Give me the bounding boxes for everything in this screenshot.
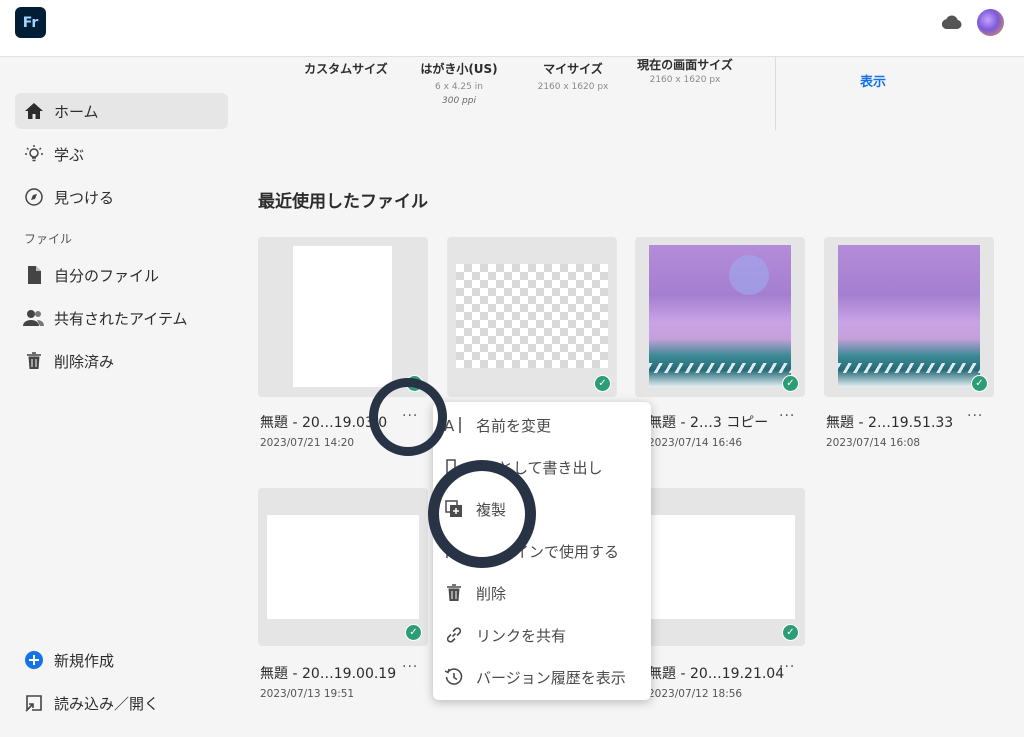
size-preset-dimensions: 2160 x 1620 px (537, 82, 609, 92)
more-options-button[interactable]: ··· (967, 408, 983, 424)
synced-check-icon: ✓ (405, 624, 422, 641)
new-file-button[interactable]: 新規作成 (15, 642, 228, 678)
synced-check-icon: ✓ (971, 375, 988, 392)
size-presets: カスタムサイズ はがき小(US) 6 x 4.25 in 300 ppi マイサ… (240, 57, 1024, 137)
recent-files-title: 最近使用したファイル (258, 192, 428, 212)
sidebar-item-discover[interactable]: 見つける (15, 179, 228, 215)
file-name: 無題 - 2…3 コピー (648, 415, 769, 431)
cloud-icon[interactable] (940, 14, 962, 34)
file-date: 2023/07/12 18:56 (648, 688, 743, 700)
file-thumbnail[interactable]: ✓ (258, 488, 428, 646)
blank-canvas (293, 246, 392, 387)
sidebar-item-label: ホーム (54, 102, 99, 121)
menu-item-label: バージョン履歴を表示 (476, 668, 626, 687)
history-icon (444, 667, 464, 687)
menu-item-rename[interactable]: A 名前を変更 (433, 405, 651, 445)
file-name: 無題 - 20…19.21.04 (648, 666, 785, 682)
file-name: 無題 - 20…19.00.19 (260, 666, 397, 682)
artwork-preview (838, 245, 980, 387)
annotation-ring-more (369, 378, 447, 456)
file-name: 無題 - 2…19.51.33 (826, 415, 954, 431)
app-logo[interactable]: Fr (15, 7, 46, 38)
menu-item-delete[interactable]: 削除 (433, 573, 651, 613)
sidebar-item-label: 見つける (54, 188, 115, 207)
show-more-link[interactable]: 表示 (860, 71, 886, 90)
size-preset-my-size[interactable]: マイサイズ 2160 x 1620 px (513, 62, 633, 93)
menu-item-label: インで使用する (514, 542, 620, 561)
size-preset-screen[interactable]: 現在の画面サイズ 2160 x 1620 px (626, 58, 744, 86)
plus-circle-icon (23, 649, 45, 671)
lightbulb-icon (23, 143, 45, 165)
size-preset-title: カスタムサイズ (304, 62, 388, 76)
size-preset-title: はがき小(US) (420, 62, 498, 76)
more-options-button[interactable]: ··· (402, 659, 418, 675)
file-thumbnail[interactable]: ✓ (447, 237, 617, 397)
menu-item-label: 名前を変更 (476, 416, 552, 435)
sidebar-item-label: 共有されたアイテム (54, 309, 188, 328)
menu-item-share-link[interactable]: リンクを共有 (433, 615, 651, 655)
people-icon (23, 307, 45, 329)
file-date: 2023/07/14 16:08 (826, 437, 921, 449)
sidebar-item-label: 学ぶ (54, 145, 85, 164)
sidebar-item-label: 自分のファイル (54, 266, 160, 285)
sidebar: ホーム 学ぶ 見つける ファイル 自分のファイル 共有されたアイテム 削除済み (0, 57, 240, 737)
artwork-preview (649, 245, 791, 387)
file-date: 2023/07/21 14:20 (260, 437, 355, 449)
synced-check-icon: ✓ (782, 624, 799, 641)
size-preset-title: 現在の画面サイズ (637, 58, 733, 72)
synced-check-icon: ✓ (594, 375, 611, 392)
blank-canvas (267, 515, 419, 619)
link-icon (444, 625, 464, 645)
file-thumbnail[interactable]: ✓ (258, 237, 428, 397)
sidebar-item-label: 削除済み (54, 352, 115, 371)
rename-icon: A (444, 415, 464, 435)
size-preset-ppi: 300 ppi (442, 96, 476, 106)
trash-icon (23, 350, 45, 372)
divider (775, 57, 776, 130)
file-date: 2023/07/14 16:46 (648, 437, 743, 449)
trash-icon (444, 583, 464, 603)
sidebar-item-home[interactable]: ホーム (15, 93, 228, 129)
user-avatar[interactable] (977, 9, 1004, 36)
more-options-button[interactable]: ··· (779, 408, 795, 424)
sidebar-item-my-files[interactable]: 自分のファイル (15, 257, 228, 293)
files-section-label: ファイル (24, 232, 73, 246)
menu-item-label: 削除 (476, 584, 507, 603)
size-preset-custom[interactable]: カスタムサイズ (286, 63, 406, 76)
blank-canvas (645, 515, 795, 619)
transparent-canvas (456, 264, 608, 368)
file-thumbnail[interactable]: ✓ (824, 237, 994, 397)
menu-item-version-history[interactable]: バージョン履歴を表示 (433, 657, 651, 697)
synced-check-icon: ✓ (782, 375, 799, 392)
size-preset-dimensions: 6 x 4.25 in (435, 82, 483, 92)
size-preset-title: マイサイズ (543, 62, 603, 76)
sidebar-item-shared[interactable]: 共有されたアイテム (15, 300, 228, 336)
size-preset-dimensions: 2160 x 1620 px (649, 75, 721, 85)
annotation-ring-duplicate (428, 460, 536, 568)
size-preset-postcard[interactable]: はがき小(US) 6 x 4.25 in 300 ppi (399, 62, 519, 107)
file-date: 2023/07/13 19:51 (260, 688, 355, 700)
file-thumbnail[interactable]: ✓ (635, 237, 805, 397)
new-file-label: 新規作成 (54, 651, 115, 670)
import-icon (23, 692, 45, 714)
document-icon (23, 264, 45, 286)
compass-icon (23, 186, 45, 208)
more-options-button[interactable]: ··· (779, 659, 795, 675)
file-thumbnail[interactable]: ✓ (635, 488, 805, 646)
home-icon (23, 100, 45, 122)
sidebar-item-learn[interactable]: 学ぶ (15, 136, 228, 172)
menu-item-label: リンクを共有 (476, 626, 567, 645)
sidebar-item-deleted[interactable]: 削除済み (15, 343, 228, 379)
top-bar: Fr (0, 0, 1024, 57)
import-open-button[interactable]: 読み込み／開く (15, 685, 228, 721)
import-open-label: 読み込み／開く (54, 694, 160, 713)
